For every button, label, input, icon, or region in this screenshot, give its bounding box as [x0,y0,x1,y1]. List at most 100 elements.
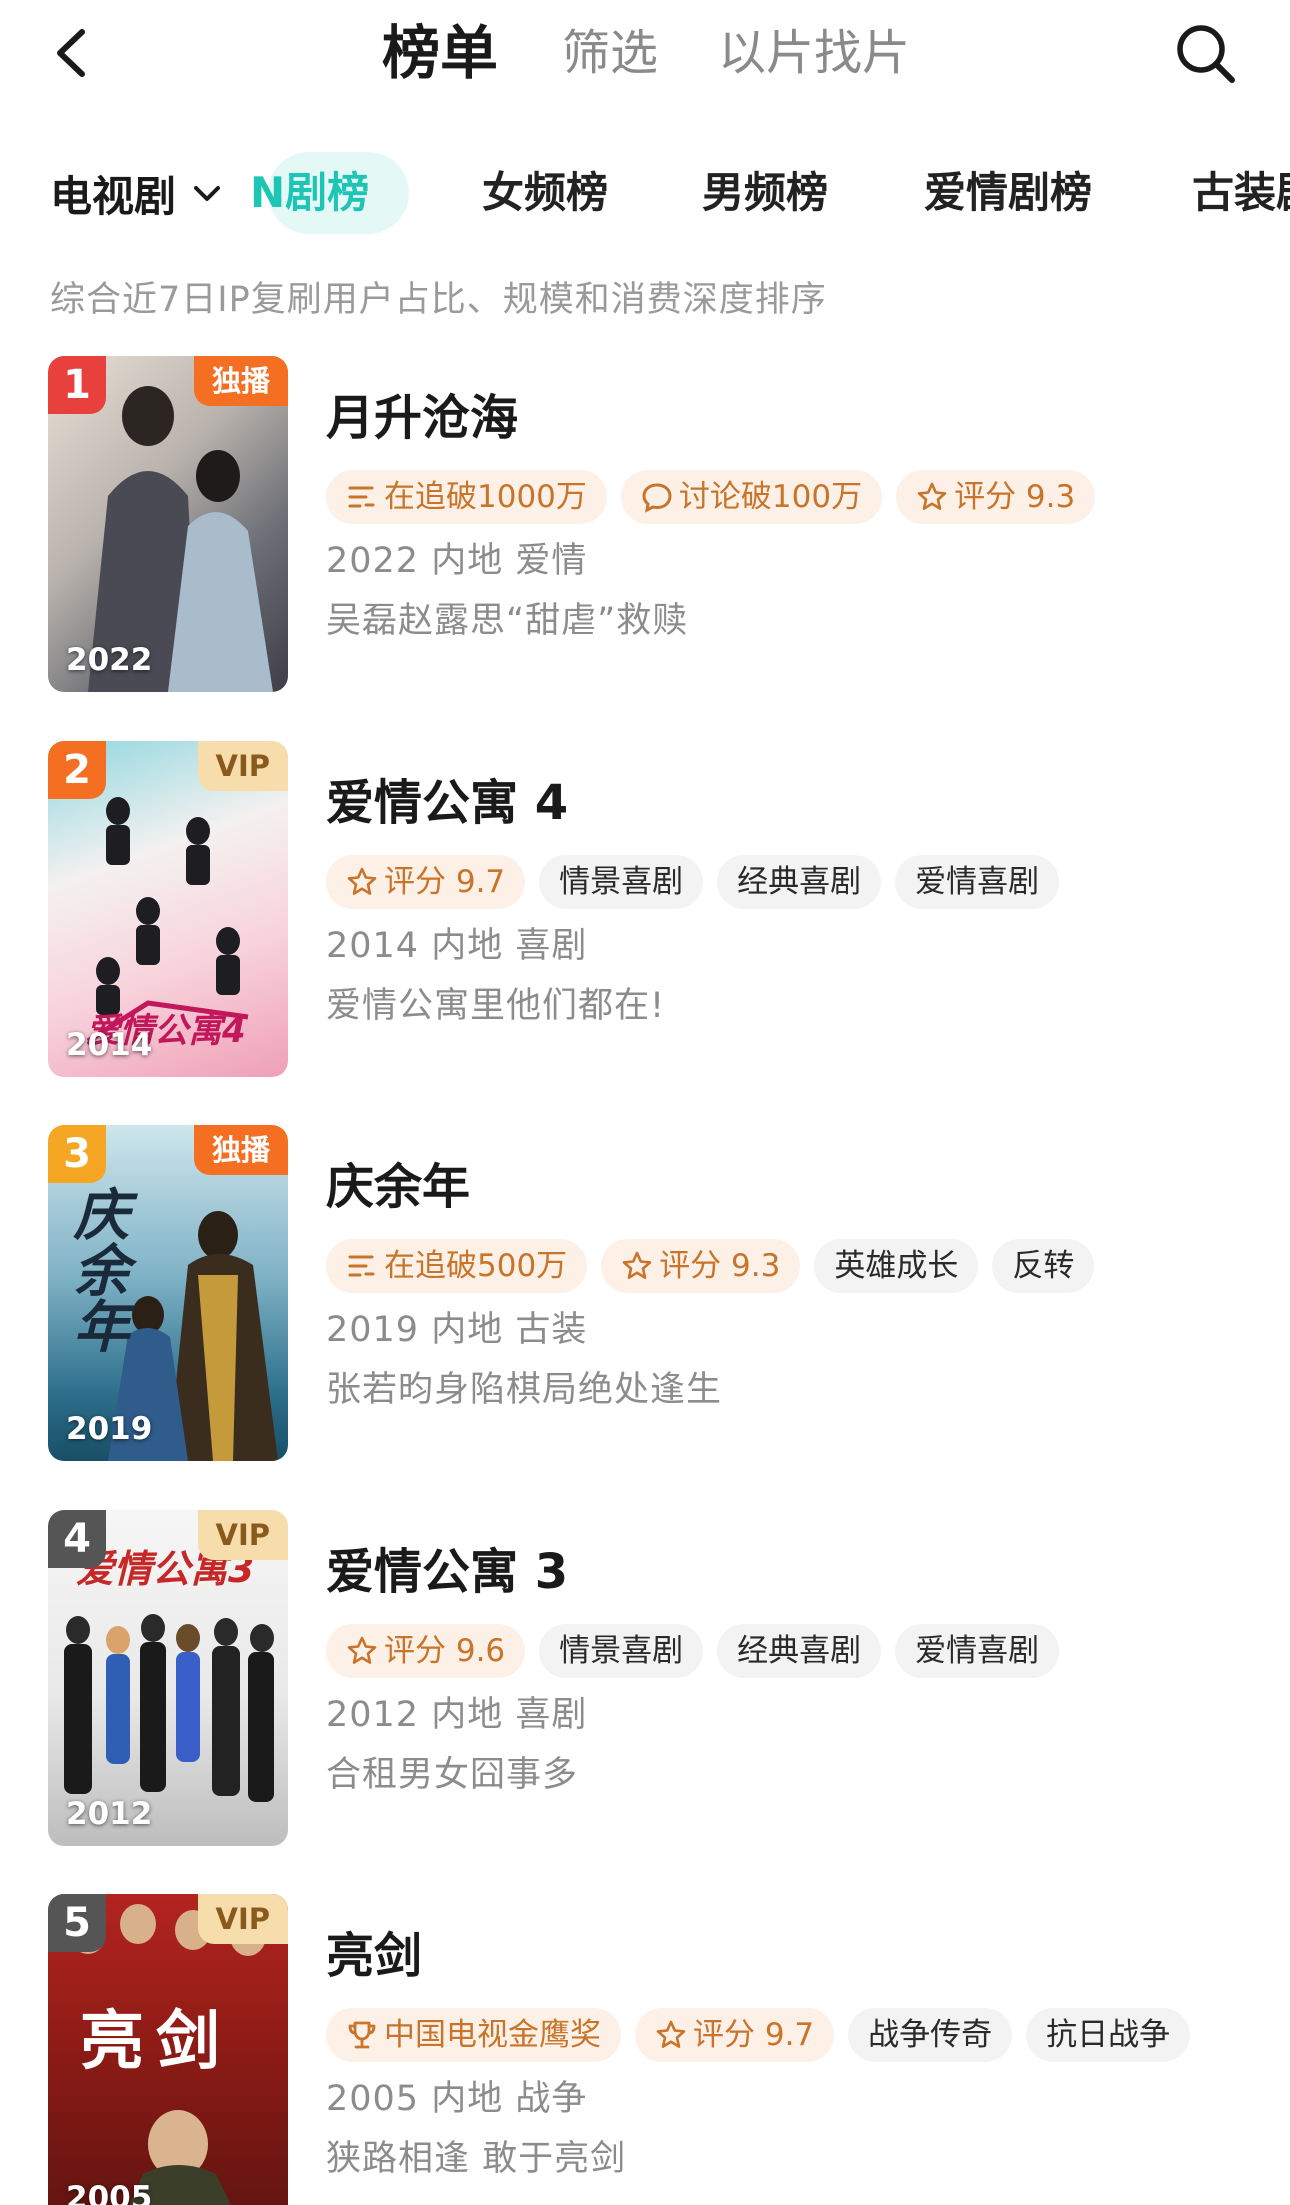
tag-text: 评分 9.3 [659,1248,781,1284]
tag: 中国电视金鹰奖 [326,2008,621,2062]
chevron-down-icon [194,186,221,201]
star-icon [656,2020,686,2048]
tag: 反转 [992,1239,1095,1293]
tag: 情景喜剧 [539,855,704,909]
poster[interactable]: 爱情公寓4 2 VIP 2014 [48,741,288,1077]
list-icon [348,1255,375,1277]
tag-row: 在追破500万 评分 9.3 英雄成长 反转 [326,1239,1266,1293]
item-title[interactable]: 庆余年 [326,1155,1266,1219]
tag: 抗日战争 [1026,2008,1191,2062]
poster-year: 2022 [66,642,153,678]
ranking-page: 榜单 筛选 以片找片 电视剧 N剧榜 女频榜 男频榜 爱情剧榜 古装剧榜 综合近… [0,0,1290,2205]
item-meta: 2022 内地 爱情 [326,541,588,581]
poster-year: 2012 [66,1796,153,1832]
search-button[interactable] [1172,20,1238,86]
rank-badge: 5 [48,1894,106,1952]
back-button[interactable] [44,18,104,88]
item-meta: 2005 内地 战争 [326,2079,588,2119]
tag: 评分 9.3 [601,1239,801,1293]
tag-text: 评分 9.6 [384,1633,506,1669]
tag: 评分 9.7 [635,2008,835,2062]
chip-male-rank[interactable]: 男频榜 [702,152,828,234]
item-info: 庆余年 在追破500万 评分 9.3 英雄成长 反转 2019 内地 古装 张若… [326,1125,1266,1415]
item-title[interactable]: 月升沧海 [326,386,1266,450]
poster-logo-text: 亮剑 [80,2005,232,2079]
poster-year: 2005 [66,2180,153,2205]
rank-badge: 1 [48,356,106,414]
tab-find-by-film[interactable]: 以片找片 [718,18,910,88]
item-slogan: 张若昀身陷棋局绝处逢生 [326,1370,723,1410]
tag: 评分 9.7 [326,855,526,909]
rank-badge: 2 [48,741,106,799]
list-item[interactable]: 爱情公寓4 2 VIP 2014 爱情公寓 4 评分 9.7 情景喜剧 经典喜剧… [0,741,1290,1081]
item-meta: 2012 内地 喜剧 [326,1695,588,1735]
tag-text: 在追破500万 [384,1248,568,1284]
tag-text: 中国电视金鹰奖 [384,2017,601,2053]
item-info: 亮剑 中国电视金鹰奖 评分 9.7 战争传奇 抗日战争 2005 内地 战争 狭… [326,1894,1266,2184]
star-icon [347,1636,377,1664]
poster[interactable]: 亮剑 5 VIP 2005 [48,1894,288,2205]
top-nav-bar: 榜单 筛选 以片找片 [0,0,1290,110]
tag: 英雄成长 [814,1239,979,1293]
tag-text: 在追破1000万 [384,479,587,515]
item-slogan: 爱情公寓里他们都在! [326,986,666,1026]
poster[interactable]: 1 独播 2022 [48,356,288,692]
category-dropdown[interactable]: 电视剧 [50,148,224,238]
star-icon [347,867,377,895]
list-item[interactable]: 1 独播 2022 月升沧海 在追破1000万 讨论破100万 评分 9.3 2… [0,356,1290,696]
poster-year: 2019 [66,1411,153,1447]
list-item[interactable]: 爱情公寓3 4 VIP 2012 爱情公寓 3 评分 9.6 情景喜剧 经典喜剧… [0,1510,1290,1850]
rank-badge: 3 [48,1125,106,1183]
poster-year: 2014 [66,1027,153,1063]
search-icon [1177,25,1235,83]
category-dropdown-label: 电视剧 [50,171,177,221]
tag-text: 讨论破100万 [678,479,863,515]
tab-filter[interactable]: 筛选 [562,18,658,88]
chip-n-drama-rank[interactable]: N剧榜 [250,152,410,234]
tag: 在追破1000万 [326,470,607,524]
item-meta: 2019 内地 古装 [326,1310,588,1350]
chip-female-rank[interactable]: 女频榜 [482,152,608,234]
item-slogan: 狭路相逢 敢于亮剑 [326,2139,627,2179]
poster-logo-text: 庆余年 [64,1185,129,1353]
star-icon [917,482,947,510]
chip-label: N剧榜 [250,168,370,217]
category-bar: 电视剧 N剧榜 女频榜 男频榜 爱情剧榜 古装剧榜 [0,148,1290,238]
tag: 讨论破100万 [620,470,883,524]
tag-text: 评分 9.3 [954,479,1076,515]
poster[interactable]: 爱情公寓3 4 VIP 2012 [48,1510,288,1846]
tag: 爱情喜剧 [895,855,1060,909]
exclusive-badge: 独播 [193,1125,288,1175]
tag-row: 评分 9.6 情景喜剧 经典喜剧 爱情喜剧 [326,1624,1266,1678]
vip-badge: VIP [197,1894,288,1944]
rank-badge: 4 [48,1510,106,1568]
tag: 爱情喜剧 [895,1624,1060,1678]
list-item[interactable]: 庆余年 3 独播 2019 庆余年 在追破500万 评分 9.3 英雄成长 反转… [0,1125,1290,1465]
item-title[interactable]: 亮剑 [326,1924,1266,1988]
tag-row: 评分 9.7 情景喜剧 经典喜剧 爱情喜剧 [326,855,1266,909]
item-meta: 2014 内地 喜剧 [326,926,588,966]
tag: 战争传奇 [848,2008,1013,2062]
item-slogan: 合租男女囧事多 [326,1755,579,1795]
item-title[interactable]: 爱情公寓 4 [326,771,1266,835]
item-slogan: 吴磊赵露思“甜虐”救赎 [326,601,689,641]
chip-costume-rank[interactable]: 古装剧榜 [1192,152,1290,234]
trophy-icon [348,2021,376,2049]
list-icon [348,486,375,508]
item-info: 爱情公寓 4 评分 9.7 情景喜剧 经典喜剧 爱情喜剧 2014 内地 喜剧 … [326,741,1266,1031]
exclusive-badge: 独播 [193,356,288,406]
list-item[interactable]: 亮剑 5 VIP 2005 亮剑 中国电视金鹰奖 评分 9.7 战争传奇 抗日战… [0,1894,1290,2205]
tag: 评分 9.3 [896,470,1096,524]
chevron-left-icon [57,29,85,77]
ranking-description: 综合近7日IP复刷用户占比、规模和消费深度排序 [50,280,827,320]
vip-badge: VIP [197,1510,288,1560]
tag-row: 在追破1000万 讨论破100万 评分 9.3 [326,470,1266,524]
tag: 在追破500万 [326,1239,588,1293]
tab-ranking[interactable]: 榜单 [382,18,498,88]
poster[interactable]: 庆余年 3 独播 2019 [48,1125,288,1461]
tag: 情景喜剧 [539,1624,704,1678]
tag-row: 中国电视金鹰奖 评分 9.7 战争传奇 抗日战争 [326,2008,1266,2062]
item-title[interactable]: 爱情公寓 3 [326,1540,1266,1604]
item-info: 爱情公寓 3 评分 9.6 情景喜剧 经典喜剧 爱情喜剧 2012 内地 喜剧 … [326,1510,1266,1800]
chip-romance-rank[interactable]: 爱情剧榜 [924,152,1092,234]
